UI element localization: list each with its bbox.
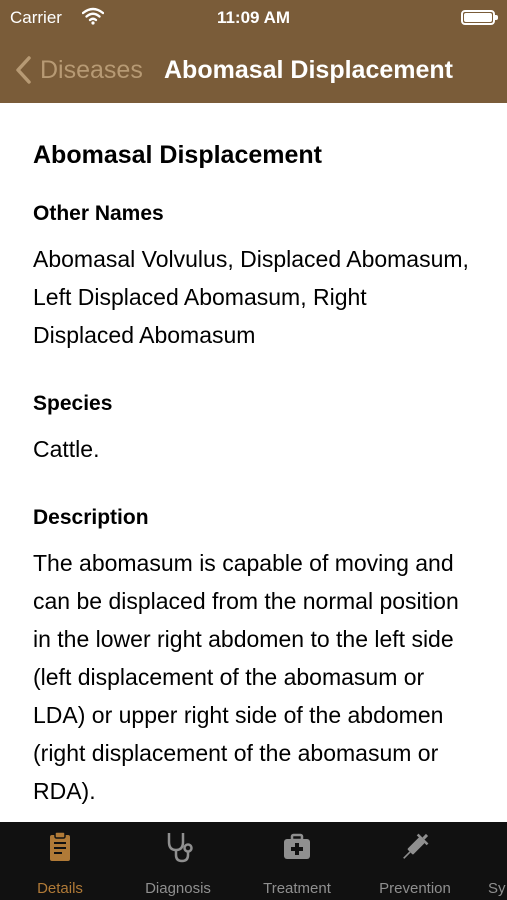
tab-prevention[interactable]: Prevention bbox=[360, 830, 470, 897]
tab-diagnosis[interactable]: Diagnosis bbox=[123, 830, 233, 897]
syringe-icon bbox=[403, 833, 429, 859]
tab-bar: Details Diagnosis Treatment Prevention S… bbox=[0, 822, 507, 900]
stethoscope-icon bbox=[167, 833, 193, 863]
back-label: Diseases bbox=[40, 55, 143, 84]
section-heading-other-names: Other Names bbox=[33, 202, 164, 225]
navigation-bar: Diseases Abomasal Displacement bbox=[0, 48, 507, 92]
tab-label: Diagnosis bbox=[145, 880, 211, 897]
tab-partial[interactable]: Sy bbox=[478, 830, 507, 897]
section-text-species: Cattle. bbox=[33, 436, 100, 462]
tab-label: Sy bbox=[488, 880, 506, 897]
medical-kit-icon bbox=[284, 833, 310, 859]
section-text-description: The abomasum is capable of moving and ca… bbox=[33, 550, 459, 804]
section-heading-description: Description bbox=[33, 506, 149, 529]
back-button[interactable]: Diseases bbox=[14, 52, 143, 88]
partial-tab-icon bbox=[478, 830, 507, 864]
section-text-other-names: Abomasal Volvulus, Displaced Abomasum, L… bbox=[33, 246, 469, 348]
header: Carrier 11:09 AM Diseases Abomasal Displ… bbox=[0, 0, 507, 103]
status-bar: Carrier 11:09 AM bbox=[0, 0, 507, 36]
tab-label: Prevention bbox=[379, 880, 451, 897]
detail-content[interactable]: Abomasal Displacement Other Names Abomas… bbox=[0, 103, 507, 822]
tab-treatment[interactable]: Treatment bbox=[242, 830, 352, 897]
nav-title: Abomasal Displacement bbox=[164, 56, 453, 84]
battery-icon bbox=[461, 10, 498, 25]
tab-label: Treatment bbox=[263, 880, 331, 897]
clock: 11:09 AM bbox=[216, 8, 291, 27]
section-heading-species: Species bbox=[33, 392, 113, 415]
chevron-left-icon bbox=[16, 56, 31, 84]
page-title: Abomasal Displacement bbox=[33, 141, 322, 169]
tab-details[interactable]: Details bbox=[5, 830, 115, 897]
clipboard-icon bbox=[50, 831, 70, 861]
tab-label: Details bbox=[37, 880, 83, 897]
